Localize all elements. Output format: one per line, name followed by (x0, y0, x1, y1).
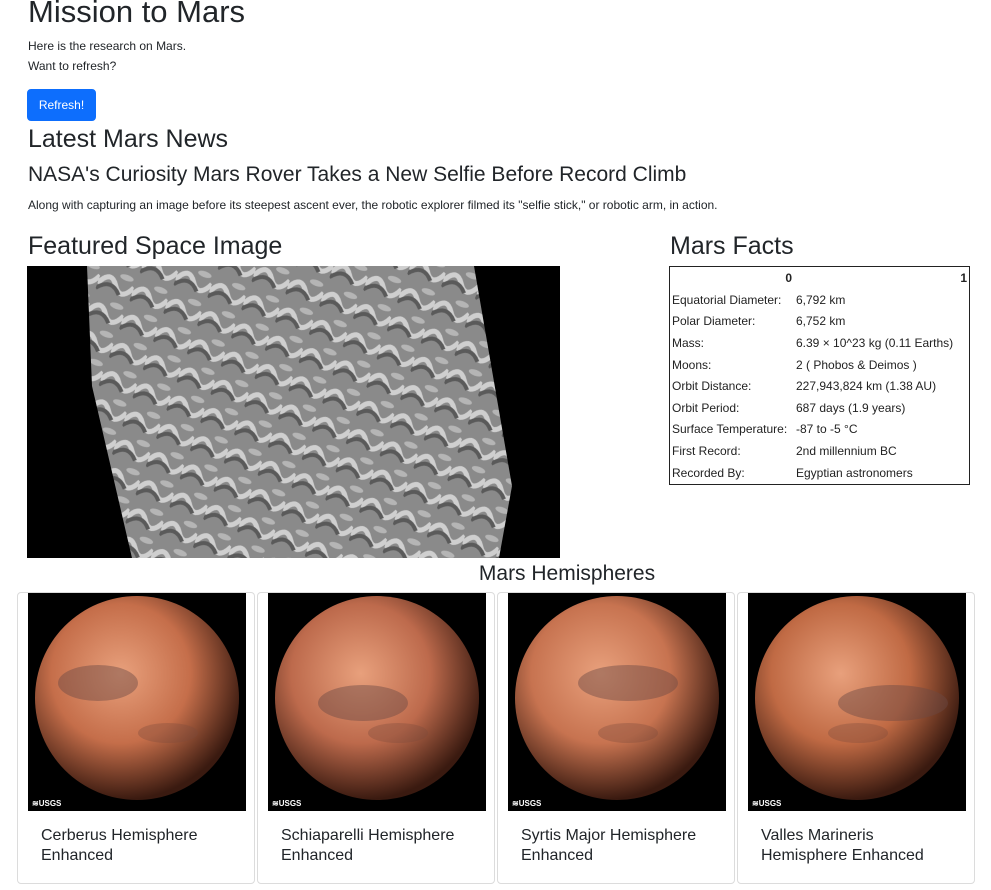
facts-row: Equatorial Diameter: 6,792 km (670, 289, 969, 311)
facts-row: Surface Temperature: -87 to -5 °C (670, 419, 969, 441)
hemisphere-title[interactable]: Schiaparelli Hemisphere Enhanced (281, 826, 481, 866)
hemisphere-title[interactable]: Cerberus Hemisphere Enhanced (41, 826, 241, 866)
fact-label: Orbit Period: (672, 400, 740, 415)
hemisphere-card[interactable]: ≋USGS Schiaparelli Hemisphere Enhanced (257, 592, 495, 884)
fact-value: 2nd millennium BC (796, 443, 897, 458)
hemisphere-title[interactable]: Valles Marineris Hemisphere Enhanced (761, 826, 961, 866)
fact-label: First Record: (672, 443, 741, 458)
facts-row: Recorded By: Egyptian astronomers (670, 462, 969, 484)
fact-label: Surface Temperature: (672, 422, 788, 437)
fact-value: 227,943,824 km (1.38 AU) (796, 379, 937, 394)
facts-row: Moons: 2 ( Phobos & Deimos ) (670, 354, 969, 376)
usgs-logo: ≋USGS (272, 799, 302, 808)
hemisphere-image[interactable]: ≋USGS (748, 593, 966, 811)
usgs-logo: ≋USGS (32, 799, 62, 808)
hemisphere-card[interactable]: ≋USGS Valles Marineris Hemisphere Enhance… (737, 592, 975, 884)
news-teaser: Along with capturing an image before its… (28, 198, 718, 212)
fact-value: -87 to -5 °C (796, 422, 858, 437)
fact-label: Moons: (672, 357, 712, 372)
facts-col-1-header: 1 (960, 271, 967, 285)
fact-value: 6,792 km (796, 292, 846, 307)
usgs-logo: ≋USGS (752, 799, 782, 808)
news-headline: NASA's Curiosity Mars Rover Takes a New … (28, 163, 687, 186)
featured-space-image (27, 266, 560, 558)
fact-value: Egyptian astronomers (796, 465, 913, 480)
facts-row: Polar Diameter: 6,752 km (670, 311, 969, 333)
facts-section-title: Mars Facts (670, 232, 794, 260)
facts-row: Orbit Distance: 227,943,824 km (1.38 AU) (670, 375, 969, 397)
fact-label: Equatorial Diameter: (672, 292, 782, 307)
fact-value: 6,752 km (796, 314, 846, 329)
hemisphere-image[interactable]: ≋USGS (28, 593, 246, 811)
page-title: Mission to Mars (28, 0, 246, 29)
hemisphere-card[interactable]: ≋USGS Syrtis Major Hemisphere Enhanced (497, 592, 735, 884)
usgs-logo: ≋USGS (512, 799, 542, 808)
facts-row: First Record: 2nd millennium BC (670, 440, 969, 462)
fact-label: Orbit Distance: (672, 379, 752, 394)
refresh-prompt: Want to refresh? (28, 59, 117, 73)
fact-value: 687 days (1.9 years) (796, 400, 906, 415)
featured-section-title: Featured Space Image (28, 232, 283, 260)
intro-text: Here is the research on Mars. (28, 39, 187, 53)
hemisphere-image[interactable]: ≋USGS (508, 593, 726, 811)
hemisphere-card[interactable]: ≋USGS Cerberus Hemisphere Enhanced (17, 592, 255, 884)
fact-label: Mass: (672, 335, 705, 350)
hemisphere-image[interactable]: ≋USGS (268, 593, 486, 811)
fact-label: Recorded By: (672, 465, 745, 480)
news-section-title: Latest Mars News (28, 125, 229, 153)
fact-value: 6.39 × 10^23 kg (0.11 Earths) (796, 335, 954, 350)
facts-col-0-header: 0 (785, 271, 792, 285)
facts-row: Mass: 6.39 × 10^23 kg (0.11 Earths) (670, 332, 969, 354)
fact-label: Polar Diameter: (672, 314, 756, 329)
fact-value: 2 ( Phobos & Deimos ) (796, 357, 917, 372)
facts-row: Orbit Period: 687 days (1.9 years) (670, 397, 969, 419)
hemisphere-title[interactable]: Syrtis Major Hemisphere Enhanced (521, 826, 721, 866)
hemispheres-section-title: Mars Hemispheres (478, 562, 656, 585)
mars-facts-table: 0 1 Equatorial Diameter: 6,792 km Polar Di… (669, 266, 970, 485)
refresh-button[interactable]: Refresh! (27, 89, 96, 121)
